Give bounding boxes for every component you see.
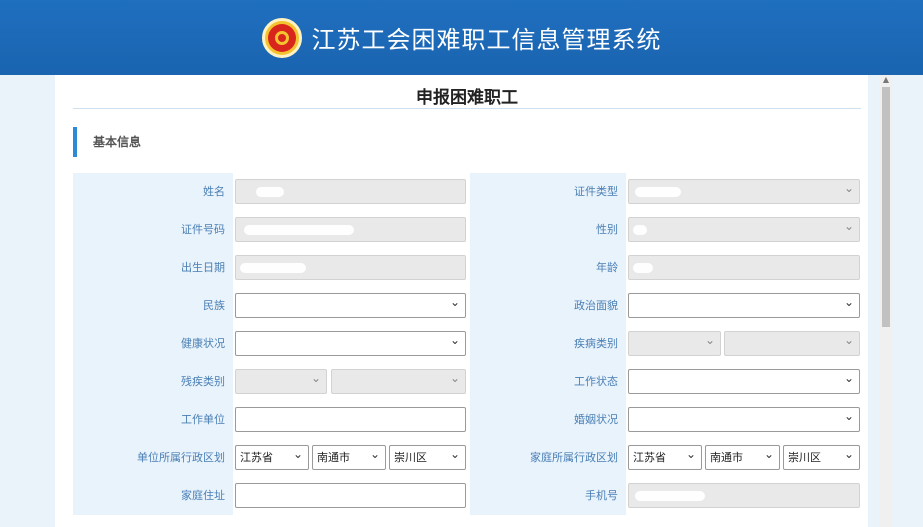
form-row: 健康状况 疾病类别 [73, 325, 868, 363]
form-row: 工作单位 婚姻状况 [73, 401, 868, 439]
redacted-value [635, 187, 681, 197]
health-status-select[interactable] [235, 331, 466, 356]
political-status-select[interactable] [628, 293, 860, 318]
mobile-label: 手机号 [470, 477, 626, 515]
home-address-label: 家庭住址 [73, 477, 233, 515]
redacted-value [633, 225, 647, 235]
id-number-label: 证件号码 [73, 211, 233, 249]
redacted-value [244, 225, 354, 235]
birth-date-field[interactable] [235, 255, 466, 280]
marital-status-select[interactable] [628, 407, 860, 432]
form-card: 申报困难职工 基本信息 姓名 证件类型 证件号码 [55, 75, 868, 527]
id-number-field[interactable] [235, 217, 466, 242]
home-province-select[interactable]: 江苏省 [628, 445, 702, 470]
background-right [868, 75, 923, 527]
health-status-label: 健康状况 [73, 325, 233, 363]
form-row: 残疾类别 工作状态 [73, 363, 868, 401]
form-row: 姓名 证件类型 [73, 173, 868, 211]
home-district-select[interactable]: 崇川区 [783, 445, 860, 470]
ethnicity-label: 民族 [73, 287, 233, 325]
gender-label: 性别 [470, 211, 626, 249]
name-label: 姓名 [73, 173, 233, 211]
scroll-up-arrow-icon[interactable]: ▲ [880, 75, 892, 85]
disability-category-select-2[interactable] [331, 369, 466, 394]
work-status-label: 工作状态 [470, 363, 626, 401]
redacted-value [256, 187, 284, 197]
disability-category-select-1[interactable] [235, 369, 327, 394]
app-header: 江苏工会困难职工信息管理系统 [0, 0, 923, 75]
gender-select[interactable] [628, 217, 860, 242]
disease-category-select-2[interactable] [724, 331, 860, 356]
id-type-select[interactable] [628, 179, 860, 204]
background-left [0, 75, 55, 527]
birth-date-label: 出生日期 [73, 249, 233, 287]
ethnicity-select[interactable] [235, 293, 466, 318]
employer-province-select[interactable]: 江苏省 [235, 445, 309, 470]
home-region-label: 家庭所属行政区划 [470, 439, 626, 477]
disease-category-label: 疾病类别 [470, 325, 626, 363]
political-status-label: 政治面貌 [470, 287, 626, 325]
employer-district-select[interactable]: 崇川区 [389, 445, 466, 470]
redacted-value [240, 263, 306, 273]
redacted-value [633, 263, 653, 273]
mobile-field[interactable] [628, 483, 860, 508]
union-logo-icon [261, 17, 302, 58]
page-title: 申报困难职工 [73, 83, 861, 109]
employer-city-select[interactable]: 南通市 [312, 445, 386, 470]
work-status-select[interactable] [628, 369, 860, 394]
disease-category-select-1[interactable] [628, 331, 721, 356]
redacted-value [635, 491, 705, 501]
form-row: 出生日期 年龄 [73, 249, 868, 287]
section-heading: 基本信息 [73, 127, 141, 157]
employer-input[interactable] [235, 407, 466, 432]
age-field[interactable] [628, 255, 860, 280]
age-label: 年龄 [470, 249, 626, 287]
vertical-scrollbar[interactable]: ▲ [880, 75, 892, 527]
form-row: 证件号码 性别 [73, 211, 868, 249]
app-title: 江苏工会困难职工信息管理系统 [311, 26, 662, 54]
home-city-select[interactable]: 南通市 [705, 445, 780, 470]
scroll-thumb[interactable] [882, 87, 890, 327]
form-row: 单位所属行政区划 江苏省 南通市 崇川区 家庭所属行政区划 江苏省 南通市 崇川… [73, 439, 868, 477]
id-type-label: 证件类型 [470, 173, 626, 211]
form-row: 家庭住址 手机号 [73, 477, 868, 515]
name-field[interactable] [235, 179, 466, 204]
employer-label: 工作单位 [73, 401, 233, 439]
employer-region-label: 单位所属行政区划 [73, 439, 233, 477]
disability-category-label: 残疾类别 [73, 363, 233, 401]
marital-status-label: 婚姻状况 [470, 401, 626, 439]
home-address-input[interactable] [235, 483, 466, 508]
form-row: 民族 政治面貌 [73, 287, 868, 325]
